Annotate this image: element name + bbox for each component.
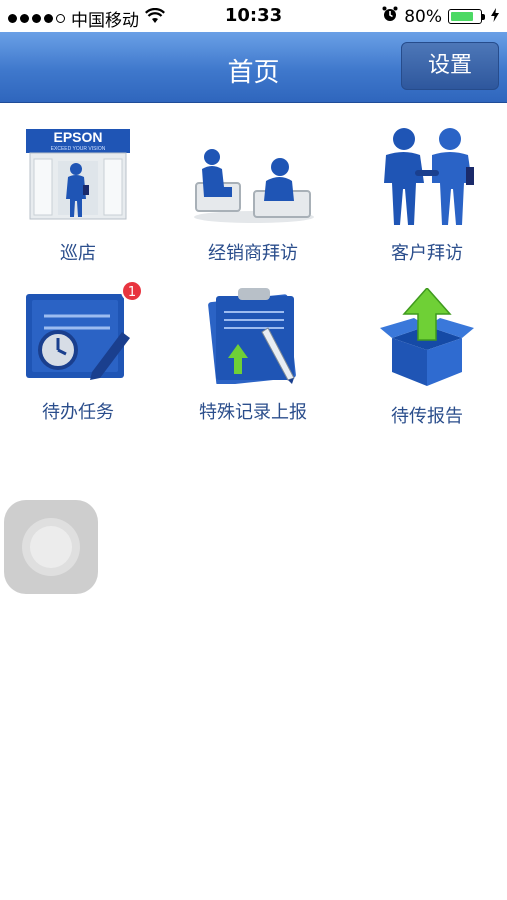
tile-label: 巡店 bbox=[60, 243, 96, 264]
tile-customer-visit[interactable]: 客户拜访 bbox=[352, 125, 502, 265]
store-visit-icon: EPSON EXCEED YOUR VISION bbox=[26, 129, 130, 220]
epson-slogan-text: EXCEED YOUR VISION bbox=[51, 146, 106, 152]
alarm-icon bbox=[382, 6, 398, 27]
status-right: 80% bbox=[382, 6, 499, 27]
tile-label: 待传报告 bbox=[391, 406, 463, 427]
tile-store-visit[interactable]: EPSON EXCEED YOUR VISION 巡店 bbox=[3, 125, 153, 265]
battery-icon bbox=[448, 9, 485, 24]
status-bar: 中国移动 10:33 80% bbox=[0, 0, 507, 32]
notification-badge: 1 bbox=[121, 280, 143, 302]
epson-logo-text: EPSON bbox=[53, 129, 102, 145]
tile-dealer-visit[interactable]: 经销商拜访 bbox=[178, 125, 328, 265]
assistive-touch-button[interactable] bbox=[4, 500, 98, 594]
pending-upload-icon bbox=[380, 288, 474, 386]
nav-bar: 首页 设置 bbox=[0, 32, 507, 103]
tile-todo-tasks[interactable]: 1 待办任务 bbox=[3, 280, 153, 424]
battery-percent: 80% bbox=[404, 6, 442, 27]
settings-button[interactable]: 设置 bbox=[401, 42, 499, 90]
tile-special-record[interactable]: 特殊记录上报 bbox=[178, 288, 328, 424]
charging-icon bbox=[491, 7, 499, 27]
tile-label: 客户拜访 bbox=[391, 243, 463, 264]
todo-task-icon bbox=[26, 294, 130, 380]
dealer-visit-icon bbox=[194, 149, 314, 223]
tile-label: 经销商拜访 bbox=[208, 243, 298, 264]
tile-label: 待办任务 bbox=[42, 402, 114, 423]
customer-visit-icon bbox=[384, 128, 474, 225]
special-record-icon bbox=[208, 288, 296, 384]
tile-pending-upload[interactable]: 待传报告 bbox=[352, 288, 502, 428]
tile-label: 特殊记录上报 bbox=[199, 402, 307, 423]
